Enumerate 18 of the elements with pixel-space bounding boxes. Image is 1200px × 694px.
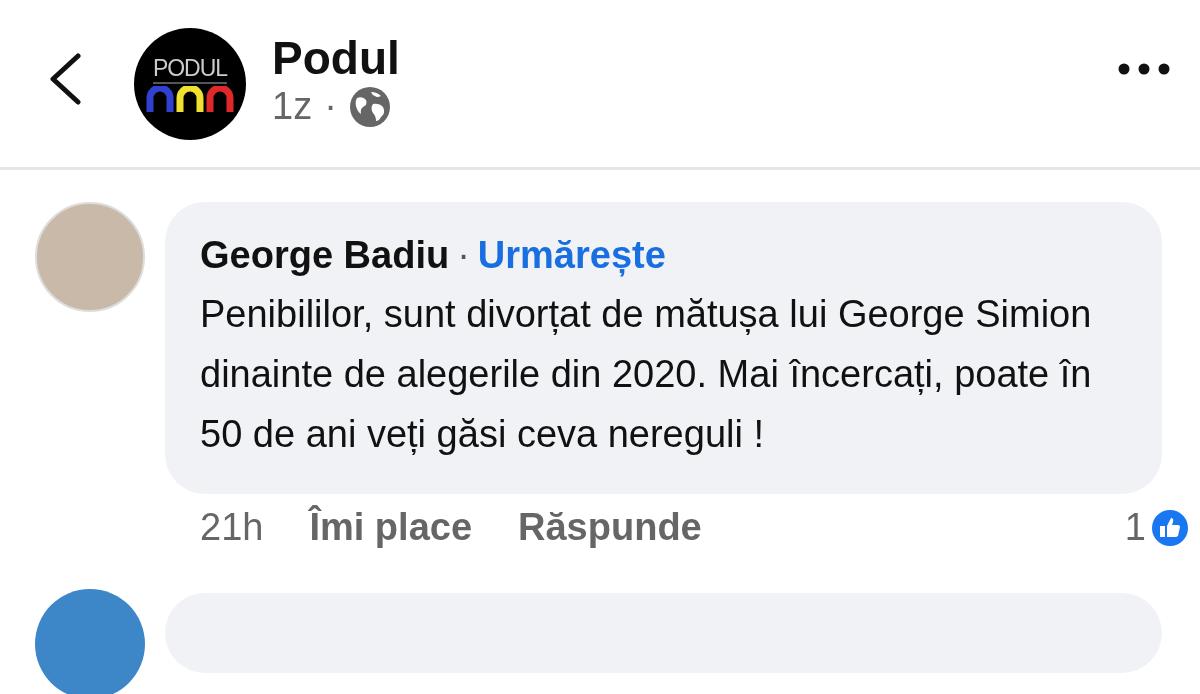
reply-link[interactable]: Răspunde: [518, 506, 702, 549]
reaction-count: 1: [1124, 506, 1146, 549]
separator-dot: ·: [457, 233, 470, 278]
thumbs-up-icon: [1150, 507, 1190, 548]
comment-text: Penibililor, sunt divorțat de mătușa lui George Simion dinainte de alegerile din 2020. Mai încercați, poate în 50 de ani veți găsi ceva nereguli !: [200, 292, 1093, 457]
arches-icon: [146, 85, 234, 112]
post-time: 1z: [272, 85, 313, 128]
logo-text: PODUL: [152, 55, 228, 84]
follow-link[interactable]: Urmărește: [477, 230, 666, 280]
comment-time: 21h: [200, 506, 264, 549]
author-name[interactable]: George Badiu: [200, 230, 450, 280]
separator-dot: ·: [324, 85, 337, 128]
page-name[interactable]: Podul: [272, 31, 1118, 85]
globe-icon: [348, 85, 391, 128]
page-logo[interactable]: PODUL: [134, 27, 246, 140]
more-icon[interactable]: [1118, 62, 1170, 75]
like-link[interactable]: Îmi place: [309, 506, 473, 549]
back-icon[interactable]: [48, 52, 82, 105]
